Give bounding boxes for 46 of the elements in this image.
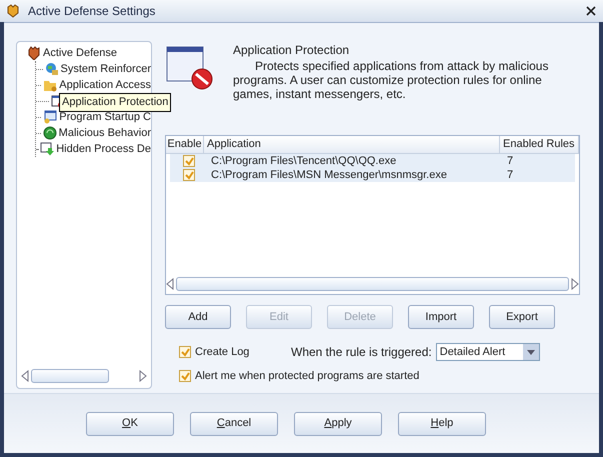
dropdown-value: Detailed Alert: [440, 344, 506, 360]
option-label: When the rule is triggered:: [291, 344, 432, 361]
checkbox[interactable]: [183, 169, 195, 181]
table-cell-text: C:\Program Files\MSN Messenger\msnmsgr.exe: [210, 168, 448, 182]
table-cell-text: 7: [506, 168, 514, 182]
section-title: Application Protection: [233, 42, 350, 59]
tooltip: Application Protection: [59, 93, 172, 112]
download-arrow-icon: [40, 142, 54, 156]
checkbox[interactable]: [179, 346, 191, 358]
table-cell-text: 7: [506, 154, 514, 168]
checkbox-label: Create Log: [195, 344, 250, 360]
dialog-button[interactable]: OK: [86, 412, 174, 436]
window-icon: [43, 110, 58, 124]
scroll-left-icon[interactable]: [21, 370, 29, 382]
dialog-button[interactable]: Cancel: [190, 412, 278, 436]
table-cell-text: C:\Program Files\Tencent\QQ\QQ.exe: [210, 154, 398, 168]
folder-icon: [43, 78, 58, 92]
action-button[interactable]: Add: [165, 305, 231, 329]
tree-item[interactable]: Malicious Behavior: [58, 124, 151, 142]
scroll-right-icon[interactable]: [139, 370, 147, 382]
column-header[interactable]: Enable: [166, 136, 204, 153]
tree-item[interactable]: Hidden Process De: [56, 140, 151, 158]
scrollbar-thumb[interactable]: [31, 369, 109, 383]
action-button[interactable]: Import: [408, 305, 474, 329]
section-description: Protects specified applications from attack by malicious programs. A user can customize protection rules for online games, instant messengers, etc.: [233, 59, 550, 101]
window-title: Active Defense Settings: [28, 3, 156, 20]
tree-item[interactable]: System Reinforcer: [60, 60, 151, 78]
column-header[interactable]: Enabled Rules: [500, 136, 579, 153]
checkbox[interactable]: [183, 155, 195, 167]
tree-item[interactable]: Active Defense: [43, 44, 117, 62]
column-header[interactable]: Application: [204, 136, 500, 153]
action-button[interactable]: Export: [489, 305, 555, 329]
tree-item[interactable]: Application Access: [59, 76, 151, 94]
tiger-logo-icon: [6, 4, 20, 18]
close-icon[interactable]: [585, 5, 597, 17]
tree-item[interactable]: Program Startup C: [59, 108, 151, 126]
scrollbar-thumb[interactable]: [176, 277, 569, 291]
dialog-button[interactable]: Help: [398, 412, 486, 436]
checkbox-label: Alert me when protected programs are started: [195, 369, 420, 384]
scroll-left-icon[interactable]: [166, 278, 174, 290]
checkbox[interactable]: [179, 370, 191, 382]
orb-icon: [42, 126, 57, 140]
alert-dropdown[interactable]: Detailed Alert: [436, 343, 540, 361]
dialog-button[interactable]: Apply: [294, 412, 382, 436]
baseball-glove-icon: [27, 46, 41, 60]
globe-icon: [44, 62, 59, 76]
